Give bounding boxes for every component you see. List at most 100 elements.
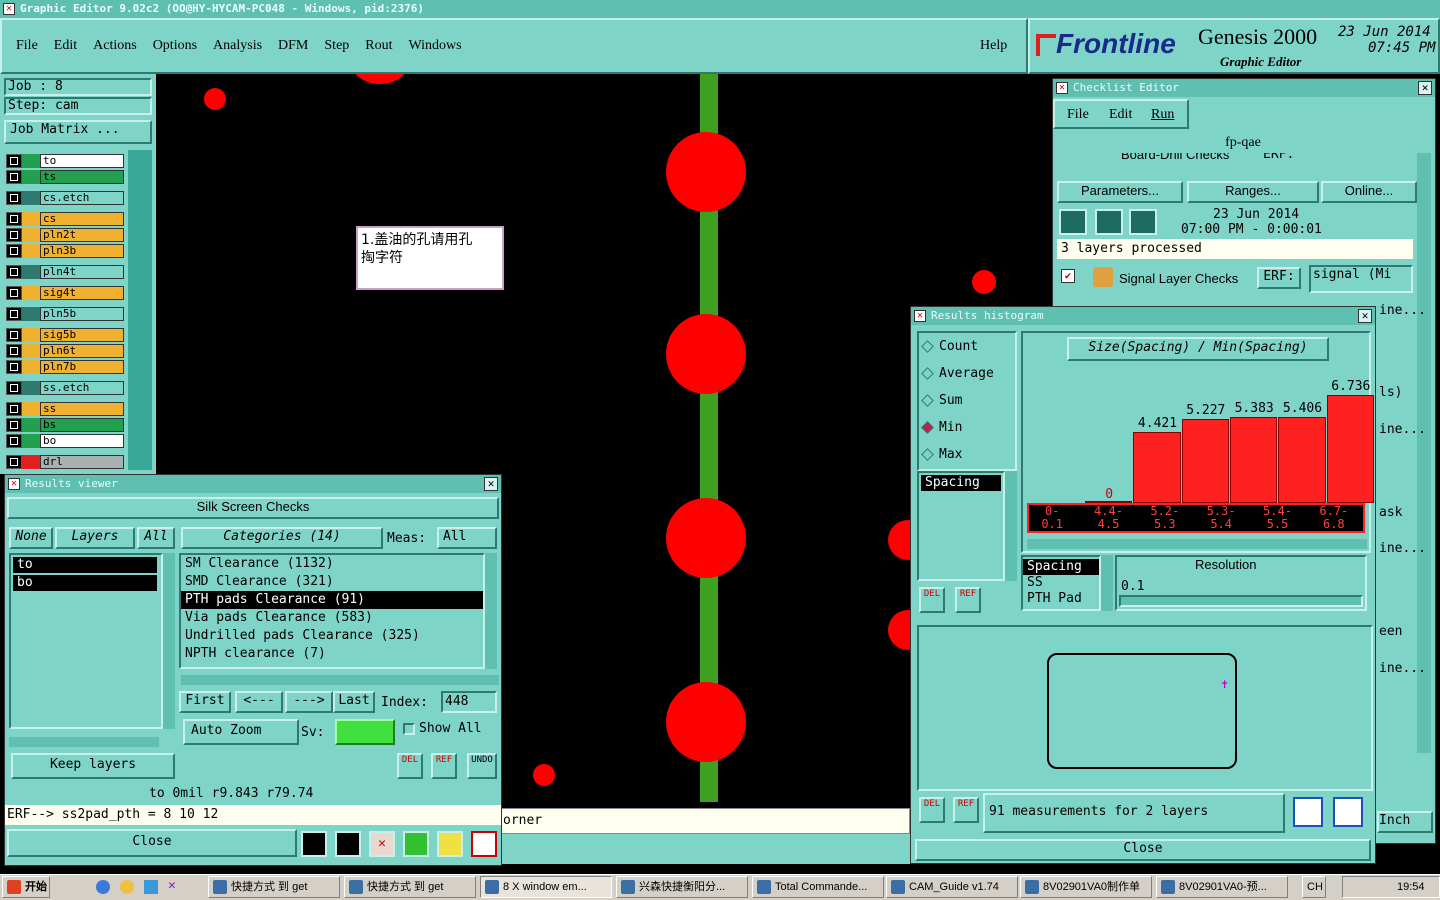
ref-button[interactable]: REF <box>953 797 979 823</box>
meas-select[interactable]: All <box>437 527 497 549</box>
export-icon[interactable] <box>1293 797 1323 827</box>
category-item[interactable]: Undrilled pads Clearance (325) <box>181 627 483 645</box>
list-item[interactable]: to <box>13 557 157 573</box>
layer-row[interactable]: ss.etch <box>6 381 124 395</box>
layer-row[interactable]: bs <box>6 418 124 432</box>
categories-button[interactable]: Categories (14) <box>181 527 383 549</box>
keep-layers-button[interactable]: Keep layers <box>11 753 175 779</box>
list-item[interactable]: PTH Pad <box>1023 591 1099 607</box>
layer-row[interactable]: cs.etch <box>6 191 124 205</box>
first-button[interactable]: First <box>179 691 231 713</box>
layer-row[interactable]: cs <box>6 212 124 226</box>
taskbar-item[interactable]: 8 X window em... <box>480 876 612 898</box>
index-field[interactable]: 448 <box>441 691 497 713</box>
menu-dfm[interactable]: DFM <box>278 38 308 53</box>
layer-list-scrollbar[interactable] <box>163 553 175 729</box>
list-item[interactable]: bo <box>13 575 157 591</box>
histogram-bar[interactable] <box>1230 417 1278 503</box>
list-item[interactable]: Spacing <box>921 475 1001 491</box>
layer-row[interactable]: pln2t <box>6 228 124 242</box>
layer-scrollbar[interactable] <box>128 150 152 470</box>
checkbox-checked-icon[interactable]: ✔ <box>1061 269 1075 283</box>
parameters-button[interactable]: Parameters... <box>1057 181 1183 203</box>
aggregate-option[interactable]: Sum <box>919 387 1015 414</box>
layer-checkbox[interactable] <box>6 191 22 205</box>
aggregate-option[interactable]: Min <box>919 414 1015 441</box>
run-step-icon[interactable] <box>1095 209 1123 235</box>
layer-row[interactable]: pln4t <box>6 265 124 279</box>
run-icon[interactable] <box>1059 209 1087 235</box>
category-item[interactable]: PTH pads Clearance (91) <box>181 591 483 609</box>
layer-checkbox[interactable] <box>6 286 22 300</box>
layer-list-hscroll[interactable] <box>9 737 159 747</box>
field-list[interactable]: Spacing <box>917 471 1005 581</box>
del-button[interactable]: DEL <box>397 753 423 779</box>
category-item[interactable]: SMD Clearance (321) <box>181 573 483 591</box>
layer-checkbox[interactable] <box>6 307 22 321</box>
stop-icon[interactable] <box>1129 209 1157 235</box>
layer-checkbox[interactable] <box>6 434 22 448</box>
histogram-bar[interactable] <box>1181 419 1229 503</box>
menu-windows[interactable]: Windows <box>409 38 462 53</box>
layer-checkbox[interactable] <box>6 244 22 258</box>
list-item[interactable]: Spacing <box>1023 559 1099 575</box>
layer-checkbox[interactable] <box>6 154 22 168</box>
layer-result-list[interactable]: to bo <box>9 553 163 729</box>
taskbar-item[interactable]: CAM_Guide v1.74 <box>886 876 1018 898</box>
checks-header[interactable]: Silk Screen Checks <box>7 497 499 519</box>
prev-button[interactable]: <--- <box>235 691 283 713</box>
category-item[interactable]: NPTH clearance (7) <box>181 645 483 663</box>
checklist-menu-run[interactable]: Run <box>1151 107 1174 123</box>
aggregate-option[interactable]: Count <box>919 333 1015 360</box>
histogram-bar[interactable] <box>1278 417 1326 503</box>
x-icon[interactable]: ✕ <box>168 878 176 893</box>
del-button[interactable]: DEL <box>919 797 945 823</box>
menu-help[interactable]: Help <box>980 38 1007 54</box>
layer-row[interactable]: drl <box>6 455 124 469</box>
show-all-checkbox[interactable] <box>403 723 415 735</box>
layer-checkbox[interactable] <box>6 360 22 374</box>
measure-list-scrollbar[interactable] <box>1101 555 1113 611</box>
taskbar-item[interactable]: 快捷方式 到 get <box>208 876 340 898</box>
category-item[interactable]: SM Clearance (1132) <box>181 555 483 573</box>
layer-row[interactable]: to <box>6 154 124 168</box>
layer-row[interactable]: pln3b <box>6 244 124 258</box>
start-button[interactable]: 开始 <box>2 876 50 898</box>
taskbar-item[interactable]: 快捷方式 到 get <box>344 876 476 898</box>
ref-button[interactable]: REF <box>431 753 457 779</box>
field-list-scrollbar[interactable] <box>1005 471 1017 581</box>
menu-step[interactable]: Step <box>324 38 349 53</box>
taskbar-item[interactable]: Total Commande... <box>752 876 884 898</box>
layer-checkbox[interactable] <box>6 328 22 342</box>
close-icon[interactable]: ✕ <box>484 477 498 491</box>
category-scrollbar[interactable] <box>485 553 497 669</box>
layer-row[interactable]: bo <box>6 434 124 448</box>
menu-options[interactable]: Options <box>153 38 197 53</box>
aggregate-option[interactable]: Average <box>919 360 1015 387</box>
category-item[interactable]: Via pads Clearance (583) <box>181 609 483 627</box>
layer-row[interactable]: pln5b <box>6 307 124 321</box>
layer-row[interactable]: sig4t <box>6 286 124 300</box>
layer-row[interactable]: ts <box>6 170 124 184</box>
layer-checkbox[interactable] <box>6 228 22 242</box>
checklist-menu-edit[interactable]: Edit <box>1109 107 1132 123</box>
erf-button[interactable]: ERF: <box>1257 267 1301 289</box>
chart-title[interactable]: Size(Spacing) / Min(Spacing) <box>1067 337 1329 361</box>
zoom-select-icon[interactable] <box>1333 797 1363 827</box>
close-button[interactable]: Close <box>7 829 297 857</box>
menu-analysis[interactable]: Analysis <box>213 38 262 53</box>
measure-list[interactable]: Spacing SS PTH Pad <box>1021 555 1101 611</box>
menu-actions[interactable]: Actions <box>93 38 137 53</box>
list-item[interactable]: SS <box>1023 575 1099 591</box>
layer-row[interactable]: pln7b <box>6 360 124 374</box>
close-icon[interactable]: ✕ <box>1418 81 1432 95</box>
del-button[interactable]: DEL <box>919 587 945 613</box>
job-matrix-button[interactable]: Job Matrix ... <box>4 120 152 144</box>
taskbar-item[interactable]: 8V02901VA0-预... <box>1156 876 1288 898</box>
ie-icon[interactable] <box>96 880 110 894</box>
layer-checkbox[interactable] <box>6 170 22 184</box>
none-button[interactable]: None <box>9 527 53 549</box>
layer-checkbox[interactable] <box>6 265 22 279</box>
check-row-1[interactable]: Board-Drill Checks ERF: <box>1057 153 1413 169</box>
checklist-menu-file[interactable]: File <box>1067 107 1089 123</box>
